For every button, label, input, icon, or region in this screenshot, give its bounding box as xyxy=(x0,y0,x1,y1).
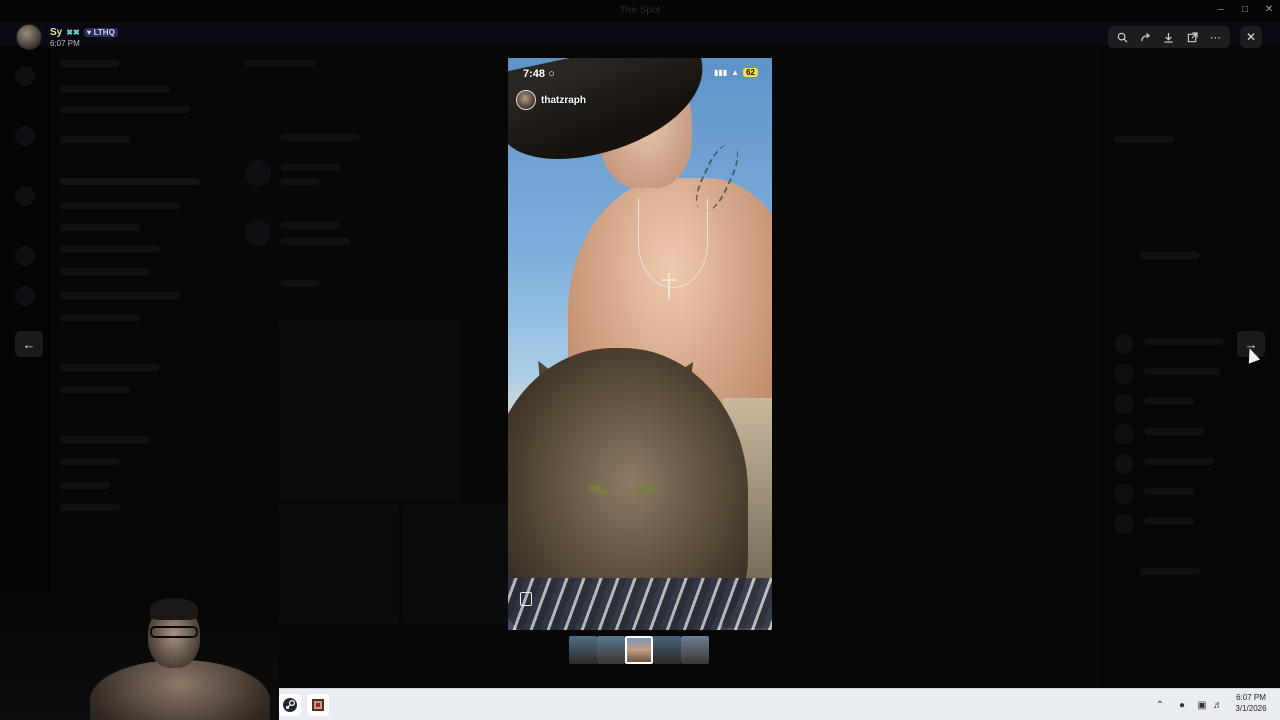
signal-icon: ▮▮▮ xyxy=(713,68,728,77)
background-banner xyxy=(0,22,1280,46)
story-avatar xyxy=(516,90,536,110)
uploader-info[interactable]: Sy ✖✖ ♥ LTHQ 6:07 PM xyxy=(16,24,118,50)
thumbnail-4[interactable] xyxy=(653,636,681,664)
previous-button[interactable]: ← xyxy=(15,331,43,357)
close-viewer-button[interactable]: ✕ xyxy=(1240,26,1262,48)
window-close-icon[interactable]: ✕ xyxy=(1261,3,1277,17)
battery-indicator: 62 xyxy=(743,68,758,77)
zoom-icon[interactable] xyxy=(1114,28,1132,46)
phone-status-time: 7:48 ○ xyxy=(523,68,555,80)
webcam-person-hair xyxy=(150,598,198,620)
document-icon xyxy=(520,592,532,606)
webcam-overlay xyxy=(0,590,279,720)
microphone-icon[interactable]: ● xyxy=(1175,698,1189,712)
close-icon: ✕ xyxy=(1245,30,1257,44)
download-icon[interactable] xyxy=(1160,28,1178,46)
guild-tag: ♥ LTHQ xyxy=(83,27,118,37)
clock-time: 6:07 PM xyxy=(1236,693,1266,702)
thumbnail-strip xyxy=(569,636,709,664)
viewer-toolbar: ⋯ xyxy=(1108,26,1230,48)
thumbnail-1[interactable] xyxy=(569,636,597,664)
story-username: thatzraph xyxy=(541,94,586,106)
game-icon[interactable] xyxy=(307,694,329,716)
thumbnail-2[interactable] xyxy=(597,636,625,664)
phone-status-icons: ▮▮▮ ▲ 62 xyxy=(714,68,758,77)
open-external-icon[interactable] xyxy=(1183,28,1201,46)
necklace xyxy=(638,198,708,288)
steam-icon[interactable] xyxy=(279,694,301,716)
member-list xyxy=(1100,46,1280,688)
upload-time: 6:07 PM xyxy=(50,38,80,48)
tray-chevron-up-icon[interactable]: ⌃ xyxy=(1153,698,1167,712)
clock-date: 3/1/2026 xyxy=(1235,704,1267,713)
network-icon[interactable]: ▣ xyxy=(1195,698,1209,712)
volume-icon[interactable]: ♬ xyxy=(1211,698,1225,712)
uploader-name: Sy xyxy=(50,26,63,38)
minimize-icon[interactable]: – xyxy=(1213,3,1229,17)
thumbnail-5[interactable] xyxy=(681,636,709,664)
forward-icon[interactable] xyxy=(1137,28,1155,46)
window-title: The Spot xyxy=(0,0,1280,22)
webcam-glasses xyxy=(150,626,198,638)
taskbar: ⌃ ● ▣ ♬ xyxy=(279,688,1280,720)
media-image[interactable]: 7:48 ○ ▮▮▮ ▲ 62 thatzraph xyxy=(508,58,772,630)
cross-pendant xyxy=(662,273,676,299)
arrow-left-icon: ← xyxy=(22,336,36,352)
wifi-icon: ▲ xyxy=(731,68,740,77)
avatar xyxy=(16,24,42,50)
thumbnail-3[interactable] xyxy=(625,636,653,664)
maximize-icon[interactable]: □ xyxy=(1237,3,1253,17)
story-user: thatzraph xyxy=(516,90,586,110)
webcam-person-body xyxy=(90,660,270,720)
headphones-icon: ○ xyxy=(548,68,555,80)
more-icon[interactable]: ⋯ xyxy=(1206,28,1224,46)
decoration-icon: ✖✖ xyxy=(66,27,80,37)
uploader-name-row: Sy ✖✖ ♥ LTHQ xyxy=(50,27,118,38)
blanket xyxy=(508,578,772,630)
taskbar-clock[interactable]: 6:07 PM 3/1/2026 xyxy=(1228,692,1274,714)
